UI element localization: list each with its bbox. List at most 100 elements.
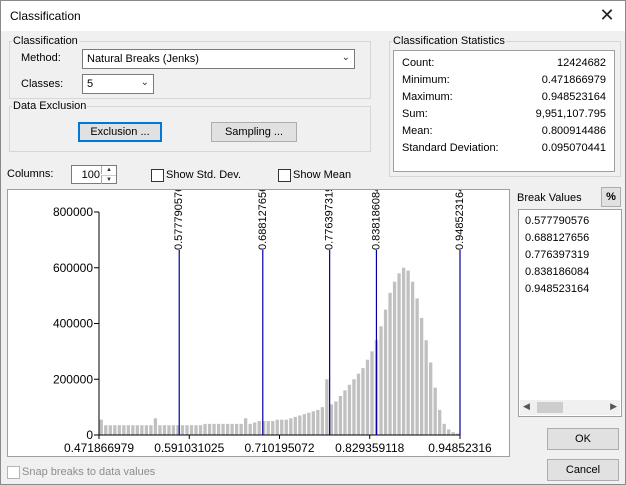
histogram-bar xyxy=(379,326,383,435)
stat-value: 0.095070441 xyxy=(541,142,606,154)
break-value-item[interactable]: 0.577790576 xyxy=(525,215,589,227)
histogram-bar xyxy=(244,418,248,435)
histogram-bar xyxy=(216,423,221,435)
scroll-left-icon[interactable]: ◀ xyxy=(523,401,530,412)
histogram-bar xyxy=(343,390,347,435)
histogram-bar xyxy=(352,379,356,435)
histogram-bar xyxy=(415,298,419,435)
spin-down-icon[interactable]: ▼ xyxy=(101,175,116,184)
break-values-label: Break Values xyxy=(517,192,582,204)
show-mean-checkbox[interactable] xyxy=(278,169,291,182)
histogram-bar xyxy=(194,425,198,435)
histogram-bar xyxy=(302,414,306,435)
histogram-bar xyxy=(108,425,112,435)
columns-stepper[interactable]: 100 ▲ ▼ xyxy=(71,165,117,184)
scroll-right-icon[interactable]: ▶ xyxy=(610,401,617,412)
percent-button[interactable]: % xyxy=(601,187,621,207)
close-icon[interactable]: ✕ xyxy=(597,5,617,25)
sampling-button[interactable]: Sampling ... xyxy=(211,122,297,142)
ok-button[interactable]: OK xyxy=(547,428,619,450)
break-value-item[interactable]: 0.948523164 xyxy=(525,283,589,295)
y-tick-label: 400000 xyxy=(53,317,93,331)
stat-maximum-row: Maximum: 0.948523164 xyxy=(402,91,606,105)
histogram-bar xyxy=(383,309,388,435)
classification-group-label: Classification xyxy=(13,35,78,47)
classes-value: 5 xyxy=(87,78,94,90)
statistics-panel: Count: 12424682 Minimum: 0.471866979 Max… xyxy=(393,50,615,172)
histogram-bar xyxy=(433,387,437,435)
histogram-bar xyxy=(153,418,158,435)
break-values-list[interactable]: 0.577790576 0.688127656 0.776397319 0.83… xyxy=(518,209,622,417)
histogram-bar xyxy=(442,423,446,435)
histogram-bar xyxy=(171,425,176,435)
method-label: Method: xyxy=(21,52,61,64)
histogram-bar xyxy=(438,409,442,435)
histogram-bar xyxy=(397,273,401,435)
histogram-bar xyxy=(284,419,288,435)
cancel-button[interactable]: Cancel xyxy=(547,459,619,481)
histogram-bar xyxy=(99,419,103,435)
histogram-bar xyxy=(266,421,270,435)
snap-breaks-checkbox[interactable] xyxy=(7,466,20,479)
break-label: 0.838186084 xyxy=(370,190,382,250)
histogram-chart[interactable]: 800000 600000 400000 200000 00.471866979 0.59… xyxy=(8,186,509,456)
histogram-bar xyxy=(149,425,153,435)
stat-label: Minimum: xyxy=(402,74,450,86)
histogram-bar xyxy=(280,419,284,435)
histogram-bar xyxy=(325,379,329,435)
stat-label: Count: xyxy=(402,57,435,69)
exclusion-button[interactable]: Exclusion ... xyxy=(78,122,162,142)
histogram-bar xyxy=(189,425,194,435)
columns-label: Columns: xyxy=(7,168,54,180)
show-std-dev-label: Show Std. Dev. xyxy=(166,169,241,181)
histogram-bar xyxy=(253,422,257,435)
x-tick-label: 0.829359118 xyxy=(335,441,405,455)
snap-breaks-label: Snap breaks to data values xyxy=(22,466,156,478)
histogram-bar xyxy=(410,281,415,435)
histogram-bar xyxy=(401,267,406,435)
classes-dropdown[interactable]: 5 ⌄ xyxy=(82,74,154,94)
stat-value: 12424682 xyxy=(557,57,606,69)
scroll-thumb[interactable] xyxy=(537,402,563,413)
horizontal-scrollbar[interactable]: ◀ ▶ xyxy=(520,400,620,415)
histogram-bar xyxy=(271,421,275,435)
histogram-bar xyxy=(406,270,410,435)
histogram-bar xyxy=(370,351,374,436)
histogram-bar xyxy=(104,425,108,435)
classes-label: Classes: xyxy=(21,78,64,90)
show-std-dev-checkbox[interactable] xyxy=(151,169,164,182)
histogram-bar xyxy=(334,401,338,435)
histogram-bar xyxy=(158,425,162,435)
histogram-bar xyxy=(198,425,203,435)
x-tick-label: 0.94852316 xyxy=(428,441,492,455)
show-mean-label: Show Mean xyxy=(293,169,352,181)
break-value-item[interactable]: 0.776397319 xyxy=(525,249,589,261)
histogram-bar xyxy=(167,425,171,435)
stat-value: 0.471866979 xyxy=(541,74,606,86)
histogram-bar xyxy=(311,411,315,435)
histogram-bar xyxy=(424,340,428,435)
data-exclusion-group: Data Exclusion xyxy=(9,100,371,152)
histogram-bar xyxy=(230,423,234,435)
y-tick-label: 0 xyxy=(86,428,93,442)
histogram-bar xyxy=(207,423,212,435)
break-value-item[interactable]: 0.838186084 xyxy=(525,266,589,278)
stat-value: 0.948523164 xyxy=(541,91,606,103)
break-value-item[interactable]: 0.688127656 xyxy=(525,232,589,244)
classification-dialog: Classification ✕ Classification Method: … xyxy=(0,0,626,485)
histogram-bar xyxy=(347,384,352,435)
stat-minimum-row: Minimum: 0.471866979 xyxy=(402,74,606,88)
histogram-bar xyxy=(419,317,424,435)
histogram-bar xyxy=(140,425,144,435)
histogram-bar xyxy=(356,373,361,435)
spin-up-icon[interactable]: ▲ xyxy=(101,166,116,174)
histogram-bar xyxy=(117,425,121,435)
histogram-bar xyxy=(162,425,167,435)
histogram-bar xyxy=(225,423,230,435)
x-tick-label: 0.471866979 xyxy=(64,441,134,455)
stat-label: Sum: xyxy=(402,108,428,120)
histogram-bar xyxy=(289,418,293,435)
histogram-bar xyxy=(316,409,320,435)
method-dropdown[interactable]: Natural Breaks (Jenks) ⌄ xyxy=(82,49,355,69)
histogram-bar xyxy=(338,395,343,435)
